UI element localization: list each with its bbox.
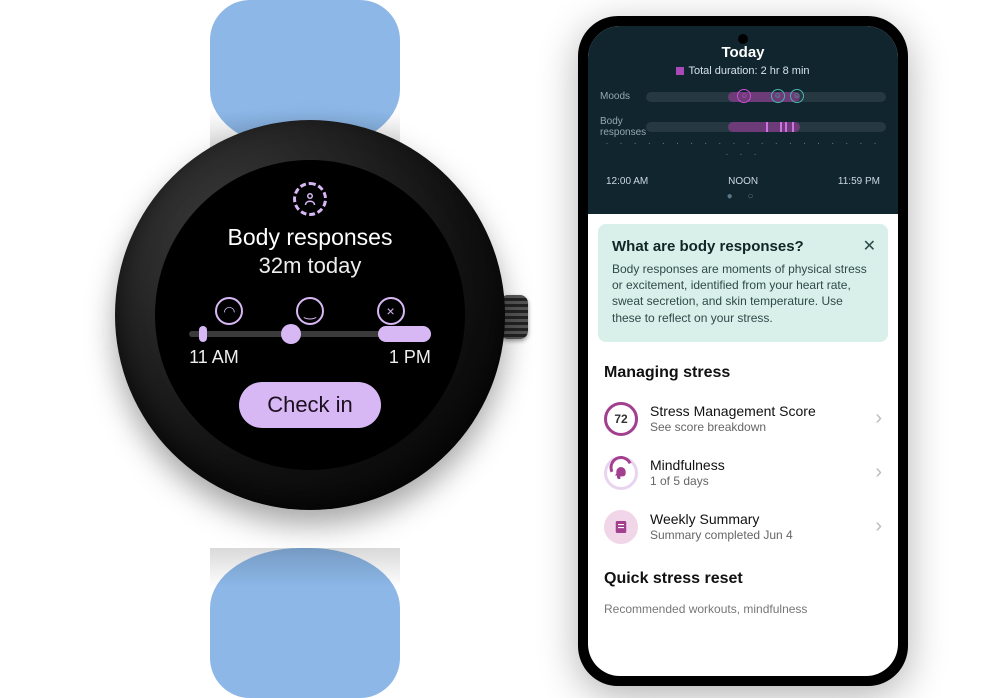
stress-score-item[interactable]: 72 Stress Management Score See score bre…: [604, 392, 882, 446]
mood-happy-icon: ◠: [215, 297, 243, 325]
quick-sub: Recommended workouts, mindfulness: [588, 602, 898, 616]
item-sub: 1 of 5 days: [650, 474, 863, 488]
watch-face: Body responses 32m today ◠ ‿ × 11 AM 1 P…: [155, 160, 465, 470]
tl-right: 11:59 PM: [838, 176, 880, 187]
mood-pink-icon: ☺: [737, 89, 751, 103]
watch-subtitle: 32m today: [155, 253, 465, 279]
watch-bezel: Body responses 32m today ◠ ‿ × 11 AM 1 P…: [115, 120, 505, 510]
watch-band-bottom: [210, 548, 400, 698]
quick-reset-section: Quick stress reset: [588, 558, 898, 602]
smartwatch: Body responses 32m today ◠ ‿ × 11 AM 1 P…: [60, 0, 520, 698]
today-header: Today Total duration: 2 hr 8 min Moods ☺…: [588, 26, 898, 214]
close-icon[interactable]: ✕: [863, 236, 876, 256]
body-response-icon: [293, 182, 327, 216]
item-title: Stress Management Score: [650, 403, 863, 419]
track-times: 11 AM 1 PM: [189, 347, 431, 368]
mood-teal2-icon: ☺: [790, 89, 804, 103]
weekly-summary-item[interactable]: Weekly Summary Summary completed Jun 4 ›: [604, 500, 882, 554]
section-heading: Quick stress reset: [604, 570, 882, 588]
body-label: Body responses: [600, 116, 646, 138]
mood-neutral-icon: ‿: [296, 297, 324, 325]
card-title: What are body responses?: [612, 238, 874, 255]
weekly-summary-icon: [604, 510, 638, 544]
check-in-button[interactable]: Check in: [239, 382, 381, 428]
section-heading: Managing stress: [604, 364, 882, 382]
chevron-right-icon: ›: [875, 515, 882, 538]
page-indicator: ● ○: [600, 191, 886, 202]
moods-row: Moods ☺ ☺ ☺: [600, 91, 886, 102]
info-card: ✕ What are body responses? Body response…: [598, 224, 888, 342]
mood-row: ◠ ‿ ×: [189, 297, 431, 325]
item-sub: See score breakdown: [650, 420, 863, 434]
timeline-labels: 12:00 AM NOON 11:59 PM: [606, 176, 880, 187]
mood-teal-icon: ☺: [771, 89, 785, 103]
chevron-right-icon: ›: [875, 461, 882, 484]
moods-label: Moods: [600, 91, 646, 102]
card-body: Body responses are moments of physical s…: [612, 261, 874, 326]
body-row: Body responses: [600, 116, 886, 138]
score-ring-icon: 72: [604, 402, 638, 436]
moods-bar: ☺ ☺ ☺: [646, 92, 886, 102]
time-right: 1 PM: [389, 347, 431, 368]
time-left: 11 AM: [189, 347, 239, 368]
duration-legend: Total duration: 2 hr 8 min: [600, 65, 886, 77]
front-camera: [738, 34, 748, 44]
mindfulness-icon: [604, 456, 638, 490]
watch-title: Body responses: [155, 224, 465, 251]
smartphone: Today Total duration: 2 hr 8 min Moods ☺…: [578, 16, 908, 686]
item-title: Weekly Summary: [650, 511, 863, 527]
response-track: [189, 331, 431, 337]
legend-swatch: [676, 67, 684, 75]
body-bar: [646, 122, 886, 132]
tl-mid: NOON: [728, 176, 758, 187]
page-title: Today: [600, 44, 886, 61]
phone-screen: Today Total duration: 2 hr 8 min Moods ☺…: [588, 26, 898, 676]
item-title: Mindfulness: [650, 457, 863, 473]
tl-left: 12:00 AM: [606, 176, 648, 187]
mindfulness-item[interactable]: Mindfulness 1 of 5 days ›: [604, 446, 882, 500]
mood-stressed-icon: ×: [377, 297, 405, 325]
chevron-right-icon: ›: [875, 407, 882, 430]
timeline-dots: · · · · · · · · · · · · · · · · · · · · …: [600, 138, 886, 160]
managing-stress-section: Managing stress 72 Stress Management Sco…: [588, 352, 898, 558]
item-sub: Summary completed Jun 4: [650, 528, 863, 542]
